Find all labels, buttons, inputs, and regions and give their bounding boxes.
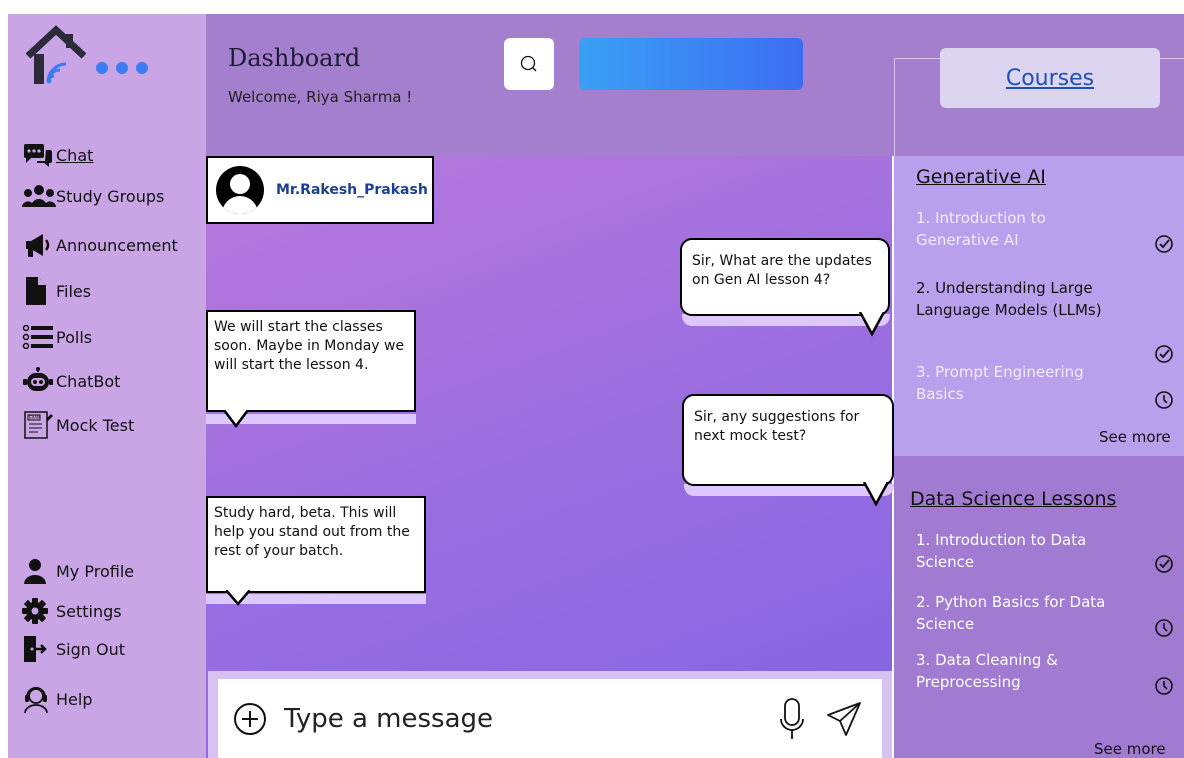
lesson-item[interactable]: 2. Understanding Large Language Models (… bbox=[916, 278, 1116, 322]
course-title[interactable]: Data Science Lessons bbox=[910, 488, 1116, 510]
message-input-box bbox=[218, 679, 882, 758]
poll-list-icon bbox=[22, 322, 56, 352]
sidebar-item-label: Files bbox=[56, 281, 92, 301]
message-composer bbox=[208, 671, 892, 758]
sidebar-item-label: Settings bbox=[56, 601, 122, 621]
sidebar-item-label: My Profile bbox=[56, 561, 135, 581]
sidebar-item-chat[interactable]: Chat bbox=[22, 140, 93, 170]
robot-icon bbox=[22, 366, 56, 396]
lesson-item[interactable]: 1. Introduction to Generative AI bbox=[916, 208, 1126, 252]
chat-area: Mr.Rakesh_Prakash We will start the clas… bbox=[206, 156, 894, 758]
megaphone-icon bbox=[22, 230, 56, 260]
see-more-link[interactable]: See more bbox=[1094, 740, 1166, 758]
courses-header: Courses bbox=[892, 14, 1184, 156]
group-icon bbox=[22, 181, 56, 211]
smart-home-logo-icon bbox=[25, 25, 87, 84]
microphone-icon[interactable] bbox=[778, 697, 806, 741]
sidebar-item-label: ChatBot bbox=[56, 371, 121, 391]
bubble-tail bbox=[858, 312, 886, 337]
courses-button-label: Courses bbox=[1005, 65, 1095, 91]
message-bubble-received: We will start the classes soon. Maybe in… bbox=[206, 310, 416, 412]
more-dots-icon[interactable] bbox=[96, 62, 148, 74]
header: Dashboard Welcome, Riya Sharma ! bbox=[206, 14, 892, 156]
sidebar-item-polls[interactable]: Polls bbox=[22, 322, 92, 352]
sidebar-item-label: Help bbox=[56, 689, 93, 709]
message-text: Study hard, beta. This will help you sta… bbox=[214, 505, 410, 559]
support-headset-icon bbox=[22, 684, 56, 714]
app-frame: Chat Study Groups Announcement Files Pol… bbox=[8, 14, 1184, 758]
message-text: We will start the classes soon. Maybe in… bbox=[214, 319, 405, 373]
sidebar-item-label: Announcement bbox=[56, 235, 178, 255]
courses-panel: Courses Generative AI 1. Introduction to… bbox=[892, 14, 1184, 758]
sidebar-item-settings[interactable]: Settings bbox=[22, 596, 122, 626]
sidebar-item-label: Chat bbox=[56, 145, 94, 165]
sidebar-item-my-profile[interactable]: My Profile bbox=[22, 556, 134, 586]
sign-out-icon bbox=[22, 634, 56, 664]
gear-icon bbox=[22, 596, 56, 626]
search-icon bbox=[520, 55, 537, 72]
sidebar-item-label: Polls bbox=[56, 327, 93, 347]
lesson-item[interactable]: 3. Prompt Engineering Basics bbox=[916, 362, 1116, 406]
svg-text:EXAM: EXAM bbox=[29, 415, 41, 420]
avatar bbox=[216, 166, 264, 214]
sidebar-item-chatbot[interactable]: ChatBot bbox=[22, 366, 120, 396]
sidebar-item-sign-out[interactable]: Sign Out bbox=[22, 634, 125, 664]
search-bar[interactable] bbox=[579, 38, 803, 90]
clock-icon bbox=[1155, 391, 1173, 409]
sidebar-item-help[interactable]: Help bbox=[22, 684, 92, 714]
clock-icon bbox=[1155, 677, 1173, 695]
message-bubble-received: Study hard, beta. This will help you sta… bbox=[206, 496, 426, 593]
message-input[interactable] bbox=[284, 703, 778, 734]
check-circle-icon bbox=[1155, 555, 1173, 573]
user-icon bbox=[22, 556, 56, 586]
bubble-tail bbox=[224, 410, 248, 428]
clock-icon bbox=[1155, 619, 1173, 637]
sidebar-item-study-groups[interactable]: Study Groups bbox=[22, 181, 164, 211]
courses-button[interactable]: Courses bbox=[940, 48, 1160, 108]
check-circle-icon bbox=[1155, 345, 1173, 363]
check-circle-icon bbox=[1155, 235, 1173, 253]
exam-icon: EXAM bbox=[22, 410, 56, 440]
file-icon bbox=[22, 276, 56, 306]
sidebar-item-files[interactable]: Files bbox=[22, 276, 91, 306]
add-attachment-icon[interactable] bbox=[232, 701, 268, 737]
chat-bubbles-icon bbox=[22, 140, 56, 170]
page-title: Dashboard bbox=[228, 44, 361, 72]
contact-name: Mr.Rakesh_Prakash bbox=[276, 182, 428, 198]
sidebar: Chat Study Groups Announcement Files Pol… bbox=[8, 14, 206, 758]
bubble-tail bbox=[226, 590, 250, 606]
sidebar-item-label: Study Groups bbox=[56, 186, 165, 206]
see-more-link[interactable]: See more bbox=[1099, 428, 1171, 446]
welcome-text: Welcome, Riya Sharma ! bbox=[228, 88, 413, 106]
course-title[interactable]: Generative AI bbox=[916, 166, 1046, 188]
lesson-item[interactable]: 1. Introduction to Data Science bbox=[916, 530, 1126, 574]
sidebar-item-label: Mock Test bbox=[56, 415, 135, 435]
bubble-tail bbox=[862, 482, 890, 507]
lesson-item[interactable]: 2. Python Basics for Data Science bbox=[916, 592, 1126, 636]
chat-contact-header[interactable]: Mr.Rakesh_Prakash bbox=[206, 156, 434, 224]
message-bubble-sent: Sir, What are the updates on Gen AI less… bbox=[680, 238, 890, 316]
course-section-generative-ai: Generative AI 1. Introduction to Generat… bbox=[894, 156, 1184, 456]
message-text: Sir, any suggestions for next mock test? bbox=[694, 409, 860, 444]
send-icon[interactable] bbox=[824, 699, 864, 739]
lesson-item[interactable]: 3. Data Cleaning & Preprocessing bbox=[916, 650, 1126, 694]
sidebar-item-label: Sign Out bbox=[56, 639, 125, 659]
course-section-data-science: Data Science Lessons 1. Introduction to … bbox=[894, 456, 1184, 758]
sidebar-item-announcement[interactable]: Announcement bbox=[22, 230, 178, 260]
sidebar-item-mock-test[interactable]: EXAM Mock Test bbox=[22, 410, 134, 440]
message-text: Sir, What are the updates on Gen AI less… bbox=[692, 253, 872, 288]
search-button[interactable] bbox=[504, 38, 554, 90]
message-bubble-sent: Sir, any suggestions for next mock test? bbox=[682, 394, 894, 486]
